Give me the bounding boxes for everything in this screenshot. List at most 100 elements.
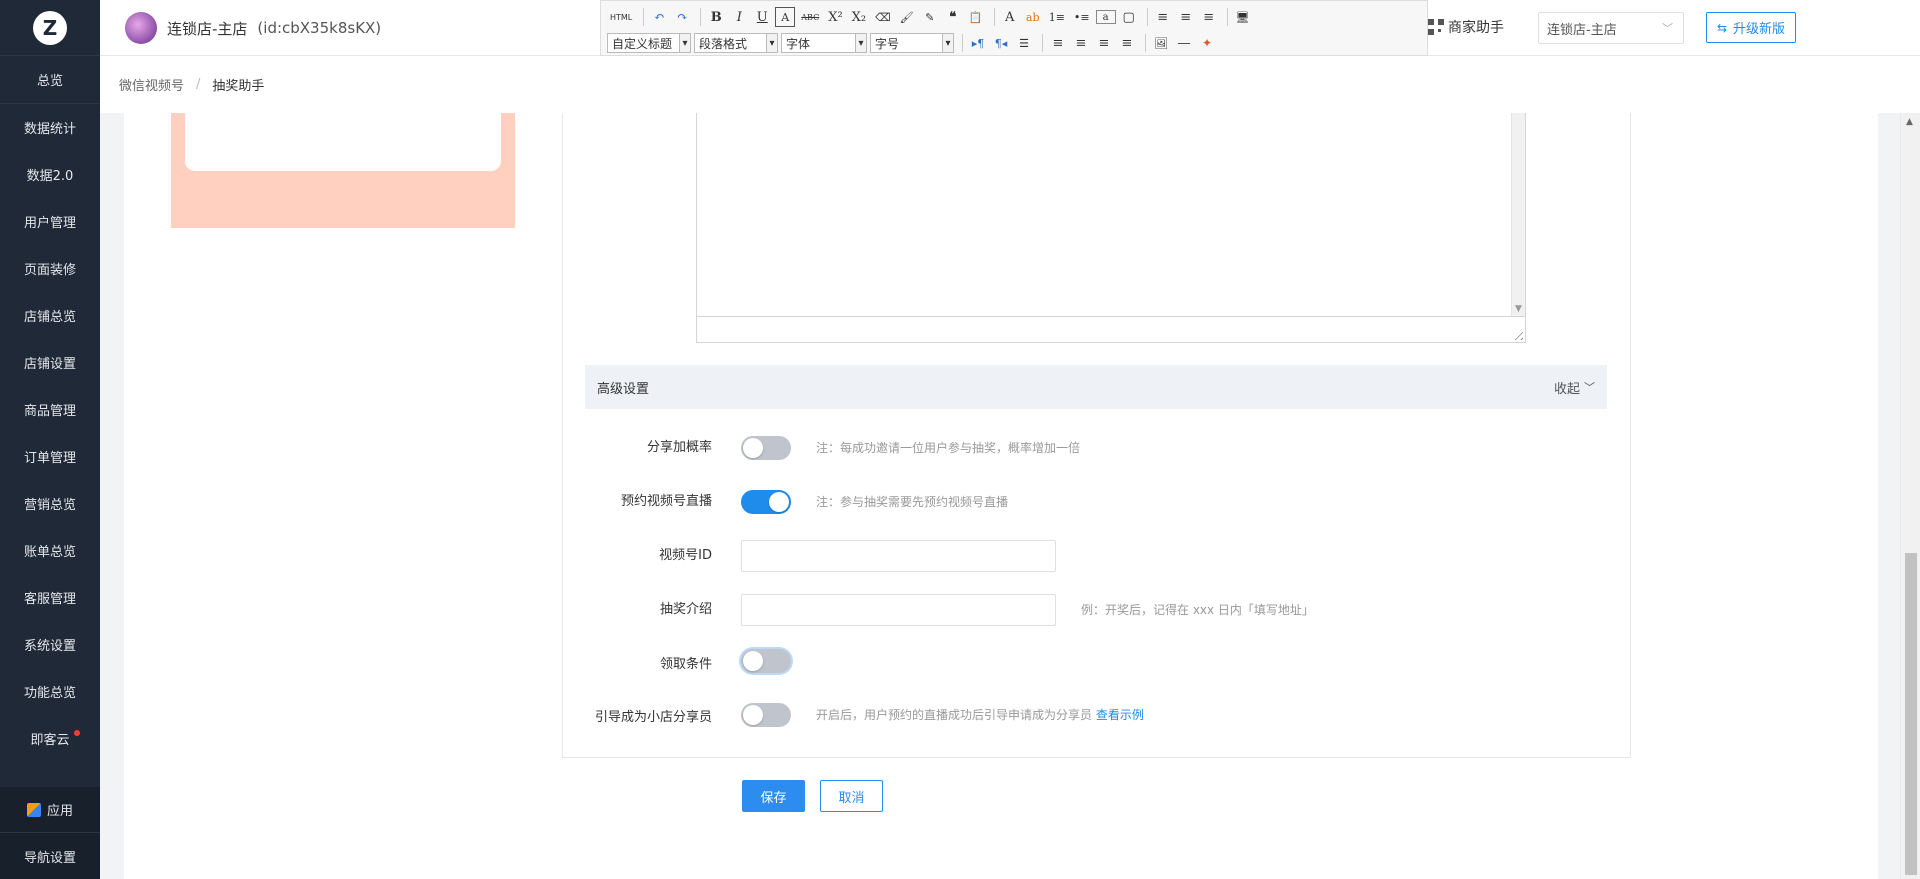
sidebar-item-store-settings[interactable]: 店铺设置 [0, 339, 100, 386]
rtl-icon[interactable]: ¶◂ [991, 33, 1011, 53]
channel-id-input[interactable] [741, 540, 1056, 572]
row-spacing-bottom-icon[interactable]: ≡ [1176, 7, 1196, 27]
strikethrough-button[interactable]: ABC [798, 7, 822, 27]
sidebar-item-marketing[interactable]: 营销总览 [0, 480, 100, 527]
breadcrumb: 微信视频号 / 抽奖助手 [100, 56, 1920, 113]
auto-format-icon[interactable]: ✎ [920, 7, 940, 27]
paste-plain-icon[interactable]: 📋 [966, 7, 986, 27]
sidebar-item-system-settings[interactable]: 系统设置 [0, 621, 100, 668]
bold-button[interactable]: B [706, 7, 726, 27]
save-button[interactable]: 保存 [742, 780, 805, 812]
sidebar-item-products[interactable]: 商品管理 [0, 386, 100, 433]
sidebar-item-page-design[interactable]: 页面装修 [0, 245, 100, 292]
sidebar-item-nav-settings[interactable]: 导航设置 [0, 833, 100, 879]
align-left-icon[interactable]: ≡ [1048, 33, 1068, 53]
sidebar-item-customer-service[interactable]: 客服管理 [0, 574, 100, 621]
horizontal-rule-icon[interactable]: — [1174, 33, 1194, 53]
switch-knob [743, 705, 763, 725]
custom-title-select[interactable]: 自定义标题 [607, 33, 691, 53]
clear-doc-icon[interactable]: ▢ [1119, 7, 1139, 27]
claim-condition-switch[interactable] [741, 649, 791, 673]
store-selector[interactable]: 连锁店-主店 ﹀ [1538, 12, 1684, 44]
scroll-down-icon[interactable]: ▼ [1515, 304, 1522, 314]
toolbar-separator [962, 34, 963, 52]
sidebar-item-users[interactable]: 用户管理 [0, 198, 100, 245]
align-center-icon[interactable]: ≡ [1071, 33, 1091, 53]
align-justify-icon[interactable]: ≡ [1117, 33, 1137, 53]
merchant-helper-link[interactable]: 商家助手 [1428, 17, 1504, 37]
scroll-up-icon[interactable]: ▲ [1906, 117, 1913, 127]
channel-id-row: 视频号ID [562, 540, 1622, 572]
breadcrumb-parent[interactable]: 微信视频号 [119, 75, 184, 94]
sidebar-item-data-stats[interactable]: 数据统计 [0, 104, 100, 151]
sidebar-item-data-2[interactable]: 数据2.0 [0, 151, 100, 198]
claim-condition-label: 领取条件 [659, 657, 712, 672]
eraser-icon[interactable]: ⌫ [872, 7, 894, 27]
sidebar-item-jike-cloud[interactable]: 即客云 [0, 715, 100, 762]
subscript-button[interactable]: X₂ [849, 7, 869, 27]
font-size-select[interactable]: 字号 [870, 33, 954, 53]
cube-icon [26, 802, 41, 817]
redo-icon[interactable]: ↷ [672, 7, 692, 27]
reserve-live-switch[interactable] [741, 490, 791, 514]
upgrade-button[interactable]: ⇆ 升级新版 [1706, 12, 1796, 43]
logo-icon: Z [33, 10, 67, 45]
share-boost-switch[interactable] [741, 436, 791, 460]
html-source-button[interactable]: HTML [607, 7, 635, 27]
editor-scrollbar[interactable]: ▼ [1511, 113, 1525, 316]
sidebar-item-store-overview[interactable]: 店铺总览 [0, 292, 100, 339]
chevron-down-icon: ﹀ [1584, 381, 1595, 394]
toolbar-separator [1226, 8, 1228, 26]
page-scrollbar[interactable]: ▲ [1900, 113, 1920, 879]
image-icon[interactable]: 🖼 [1151, 33, 1171, 53]
reserve-live-label: 预约视频号直播 [620, 494, 712, 509]
select-all-icon[interactable]: a [1095, 10, 1116, 24]
phone-preview [171, 113, 515, 228]
switch-knob [769, 492, 789, 512]
sidebar-item-orders[interactable]: 订单管理 [0, 433, 100, 480]
indent-icon[interactable]: ☰ [1014, 33, 1034, 53]
font-family-select[interactable]: 字体 [781, 33, 867, 53]
switch-knob [743, 438, 763, 458]
toolbar-row-2: 自定义标题 段落格式 字体 字号 ▸¶ ¶◂ ☰ ≡ ≡ ≡ ≡ 🖼 — ✦ [601, 31, 1220, 55]
underline-button[interactable]: U [752, 7, 772, 27]
ltr-icon[interactable]: ▸¶ [968, 33, 988, 53]
guide-sharer-switch[interactable] [741, 703, 791, 727]
blockquote-icon[interactable]: ❝ [943, 7, 963, 27]
paragraph-format-select[interactable]: 段落格式 [694, 33, 778, 53]
resize-handle-icon[interactable] [1511, 328, 1523, 340]
highlight-color-icon[interactable]: ab [1023, 7, 1043, 27]
rich-text-editor[interactable]: ▼ [696, 113, 1526, 343]
font-color-icon[interactable]: A [1000, 7, 1020, 27]
sidebar: Z 总览 数据统计 数据2.0 用户管理 页面装修 店铺总览 店铺设置 商品管理… [0, 0, 100, 879]
format-painter-icon[interactable]: 🖌 [897, 7, 917, 27]
superscript-button[interactable]: X² [825, 7, 845, 27]
sidebar-item-features[interactable]: 功能总览 [0, 668, 100, 715]
undo-icon[interactable]: ↶ [649, 7, 669, 27]
claim-condition-row: 领取条件 [562, 645, 1622, 677]
scrollbar-thumb[interactable] [1905, 553, 1917, 875]
toolbar-separator [643, 8, 645, 26]
collapse-toggle[interactable]: 收起 ﹀ [1554, 378, 1595, 397]
view-example-link[interactable]: 查看示例 [1096, 708, 1144, 722]
cancel-button[interactable]: 取消 [820, 780, 883, 812]
guide-sharer-note: 开启后，用户预约的直播成功后引导申请成为分享员 查看示例 [816, 699, 1144, 731]
toolbar-separator [1042, 34, 1043, 52]
align-right-icon[interactable]: ≡ [1094, 33, 1114, 53]
italic-button[interactable]: I [729, 7, 749, 27]
ordered-list-icon[interactable]: 1≡ [1046, 7, 1068, 27]
special-chars-icon[interactable]: ✦ [1197, 33, 1217, 53]
intro-label: 抽奖介绍 [659, 602, 712, 617]
app-logo[interactable]: Z [0, 0, 100, 56]
preview-icon[interactable]: 🖥 [1233, 7, 1253, 27]
unordered-list-icon[interactable]: •≡ [1071, 7, 1093, 27]
breadcrumb-separator: / [196, 77, 201, 92]
line-height-icon[interactable]: ≡ [1199, 7, 1219, 27]
row-spacing-top-icon[interactable]: ≡ [1153, 7, 1173, 27]
sidebar-item-overview[interactable]: 总览 [0, 56, 100, 104]
sidebar-item-bills[interactable]: 账单总览 [0, 527, 100, 574]
font-border-button[interactable]: A [775, 7, 796, 27]
intro-input[interactable] [741, 594, 1056, 626]
sidebar-item-apps[interactable]: 应用 [0, 787, 100, 833]
guide-sharer-note-text: 开启后，用户预约的直播成功后引导申请成为分享员 [816, 708, 1093, 722]
